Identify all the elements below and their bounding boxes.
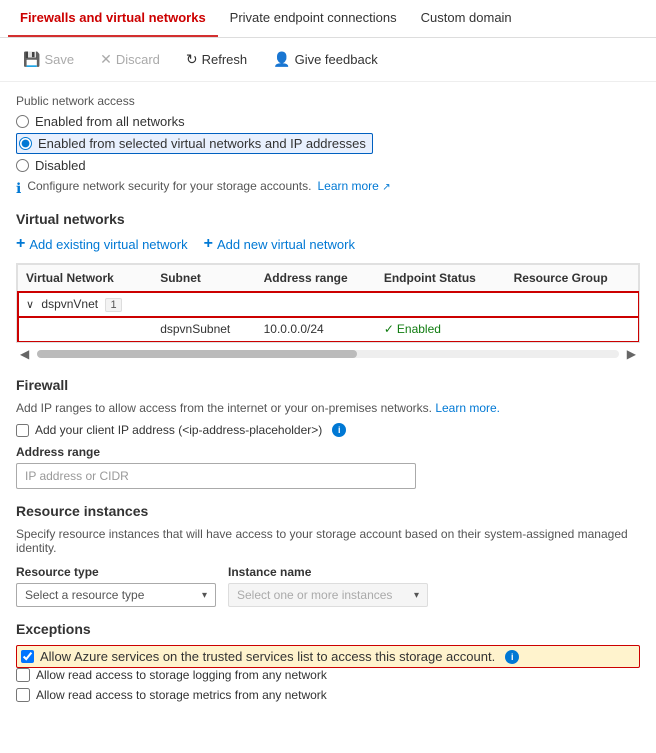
chevron-down-icon: ∨ [26, 299, 34, 311]
tab-custom-domain[interactable]: Custom domain [409, 0, 524, 37]
firewall-learn-more[interactable]: Learn more. [435, 401, 500, 415]
exception-logging-row: Allow read access to storage logging fro… [16, 668, 640, 682]
vnet-parent-status [376, 292, 506, 317]
toolbar: 💾 Save ✕ Discard ↻ Refresh 👤 Give feedba… [0, 38, 656, 82]
instance-name-label: Instance name [228, 565, 428, 579]
main-content: Public network access Enabled from all n… [0, 82, 656, 720]
resource-type-select[interactable]: Select a resource type ▾ [16, 583, 216, 607]
scrollbar-track[interactable] [37, 350, 619, 358]
refresh-button[interactable]: ↻ Refresh [175, 46, 258, 73]
virtual-networks-title: Virtual networks [16, 211, 640, 227]
info-text: Configure network security for your stor… [27, 179, 311, 193]
address-range-label: Address range [16, 445, 640, 459]
discard-icon: ✕ [100, 51, 112, 68]
info-row: ℹ Configure network security for your st… [16, 179, 640, 197]
learn-more-link[interactable]: Learn more ↗ [317, 179, 390, 193]
radio-group: Enabled from all networks Enabled from s… [16, 114, 640, 173]
instance-name-col: Instance name Select one or more instanc… [228, 565, 428, 607]
exceptions-section: Exceptions Allow Azure services on the t… [16, 621, 640, 702]
exception-logging-label: Allow read access to storage logging fro… [36, 668, 327, 682]
firewall-description: Add IP ranges to allow access from the i… [16, 401, 640, 415]
add-row: + Add existing virtual network + Add new… [16, 235, 640, 253]
vnet-parent-address [256, 292, 376, 317]
radio-selected-networks-input[interactable] [19, 137, 32, 150]
feedback-icon: 👤 [273, 51, 290, 68]
table-row[interactable]: ∨ dspvnVnet 1 [18, 292, 639, 317]
add-new-icon: + [204, 235, 213, 253]
resource-form-row: Resource type Select a resource type ▾ I… [16, 565, 640, 607]
radio-disabled-label: Disabled [35, 158, 86, 173]
radio-selected-networks: Enabled from selected virtual networks a… [16, 133, 640, 154]
radio-disabled-input[interactable] [16, 159, 29, 172]
vnet-child-rg [506, 317, 639, 342]
scroll-right-arrow[interactable]: ▶ [623, 345, 640, 363]
exception-trusted-row: Allow Azure services on the trusted serv… [16, 645, 640, 668]
vnet-child-address: 10.0.0.0/24 [256, 317, 376, 342]
table-row[interactable]: dspvnSubnet 10.0.0.0/24 ✓ Enabled [18, 317, 639, 342]
exception-metrics-row: Allow read access to storage metrics fro… [16, 688, 640, 702]
col-subnet: Subnet [152, 265, 255, 292]
exception-trusted-checkbox[interactable] [21, 650, 34, 663]
scrollbar-thumb [37, 350, 357, 358]
vnet-parent-rg [506, 292, 639, 317]
public-network-label: Public network access [16, 94, 640, 108]
feedback-button[interactable]: 👤 Give feedback [262, 46, 389, 73]
resource-type-label: Resource type [16, 565, 216, 579]
client-ip-checkbox-row: Add your client IP address (<ip-address-… [16, 423, 640, 437]
exceptions-title: Exceptions [16, 621, 640, 637]
external-link-icon: ↗ [382, 182, 390, 193]
firewall-section: Firewall Add IP ranges to allow access f… [16, 377, 640, 489]
exception-trusted-info-icon: i [505, 650, 519, 664]
instance-select-chevron-icon: ▾ [414, 590, 419, 601]
info-circle-icon: i [332, 423, 346, 437]
firewall-title: Firewall [16, 377, 640, 393]
vnet-parent-subnet [152, 292, 255, 317]
tab-bar: Firewalls and virtual networks Private e… [0, 0, 656, 38]
info-icon: ℹ [16, 180, 21, 197]
vnet-child-status: ✓ Enabled [376, 317, 506, 342]
vnet-child-subnet: dspvnSubnet [152, 317, 255, 342]
vnet-table: Virtual Network Subnet Address range End… [17, 264, 639, 342]
col-virtual-network: Virtual Network [18, 265, 153, 292]
radio-all-networks: Enabled from all networks [16, 114, 640, 129]
exception-logging-checkbox[interactable] [16, 668, 30, 682]
add-new-link[interactable]: + Add new virtual network [204, 235, 355, 253]
table-header-row: Virtual Network Subnet Address range End… [18, 265, 639, 292]
add-existing-link[interactable]: + Add existing virtual network [16, 235, 188, 253]
vnet-table-container: Virtual Network Subnet Address range End… [16, 263, 640, 343]
radio-disabled: Disabled [16, 158, 640, 173]
resource-type-col: Resource type Select a resource type ▾ [16, 565, 216, 607]
col-endpoint-status: Endpoint Status [376, 265, 506, 292]
radio-selected-networks-label: Enabled from selected virtual networks a… [38, 136, 366, 151]
client-ip-label: Add your client IP address (<ip-address-… [35, 423, 322, 437]
vnet-child-name [18, 317, 153, 342]
exception-trusted-label: Allow Azure services on the trusted serv… [40, 649, 495, 664]
public-network-section: Public network access Enabled from all n… [16, 94, 640, 197]
exception-metrics-label: Allow read access to storage metrics fro… [36, 688, 327, 702]
radio-all-networks-input[interactable] [16, 115, 29, 128]
resource-instances-title: Resource instances [16, 503, 640, 519]
tab-private-endpoints[interactable]: Private endpoint connections [218, 0, 409, 37]
scroll-left-arrow[interactable]: ◀ [16, 345, 33, 363]
add-existing-icon: + [16, 235, 25, 253]
check-icon: ✓ [384, 322, 394, 336]
vnet-parent-name: ∨ dspvnVnet 1 [18, 292, 153, 317]
refresh-icon: ↻ [186, 51, 198, 68]
select-chevron-icon: ▾ [202, 590, 207, 601]
resource-instances-desc: Specify resource instances that will hav… [16, 527, 640, 555]
scroll-row: ◀ ▶ [16, 345, 640, 363]
save-icon: 💾 [23, 51, 40, 68]
col-resource-group: Resource Group [506, 265, 639, 292]
radio-all-networks-label: Enabled from all networks [35, 114, 185, 129]
resource-instances-section: Resource instances Specify resource inst… [16, 503, 640, 607]
exception-metrics-checkbox[interactable] [16, 688, 30, 702]
instance-name-select[interactable]: Select one or more instances ▾ [228, 583, 428, 607]
client-ip-checkbox[interactable] [16, 424, 29, 437]
tab-firewalls[interactable]: Firewalls and virtual networks [8, 0, 218, 37]
discard-button[interactable]: ✕ Discard [89, 46, 171, 73]
address-range-input[interactable] [16, 463, 416, 489]
save-button[interactable]: 💾 Save [12, 46, 85, 73]
col-address-range: Address range [256, 265, 376, 292]
enabled-status: ✓ Enabled [384, 322, 498, 336]
